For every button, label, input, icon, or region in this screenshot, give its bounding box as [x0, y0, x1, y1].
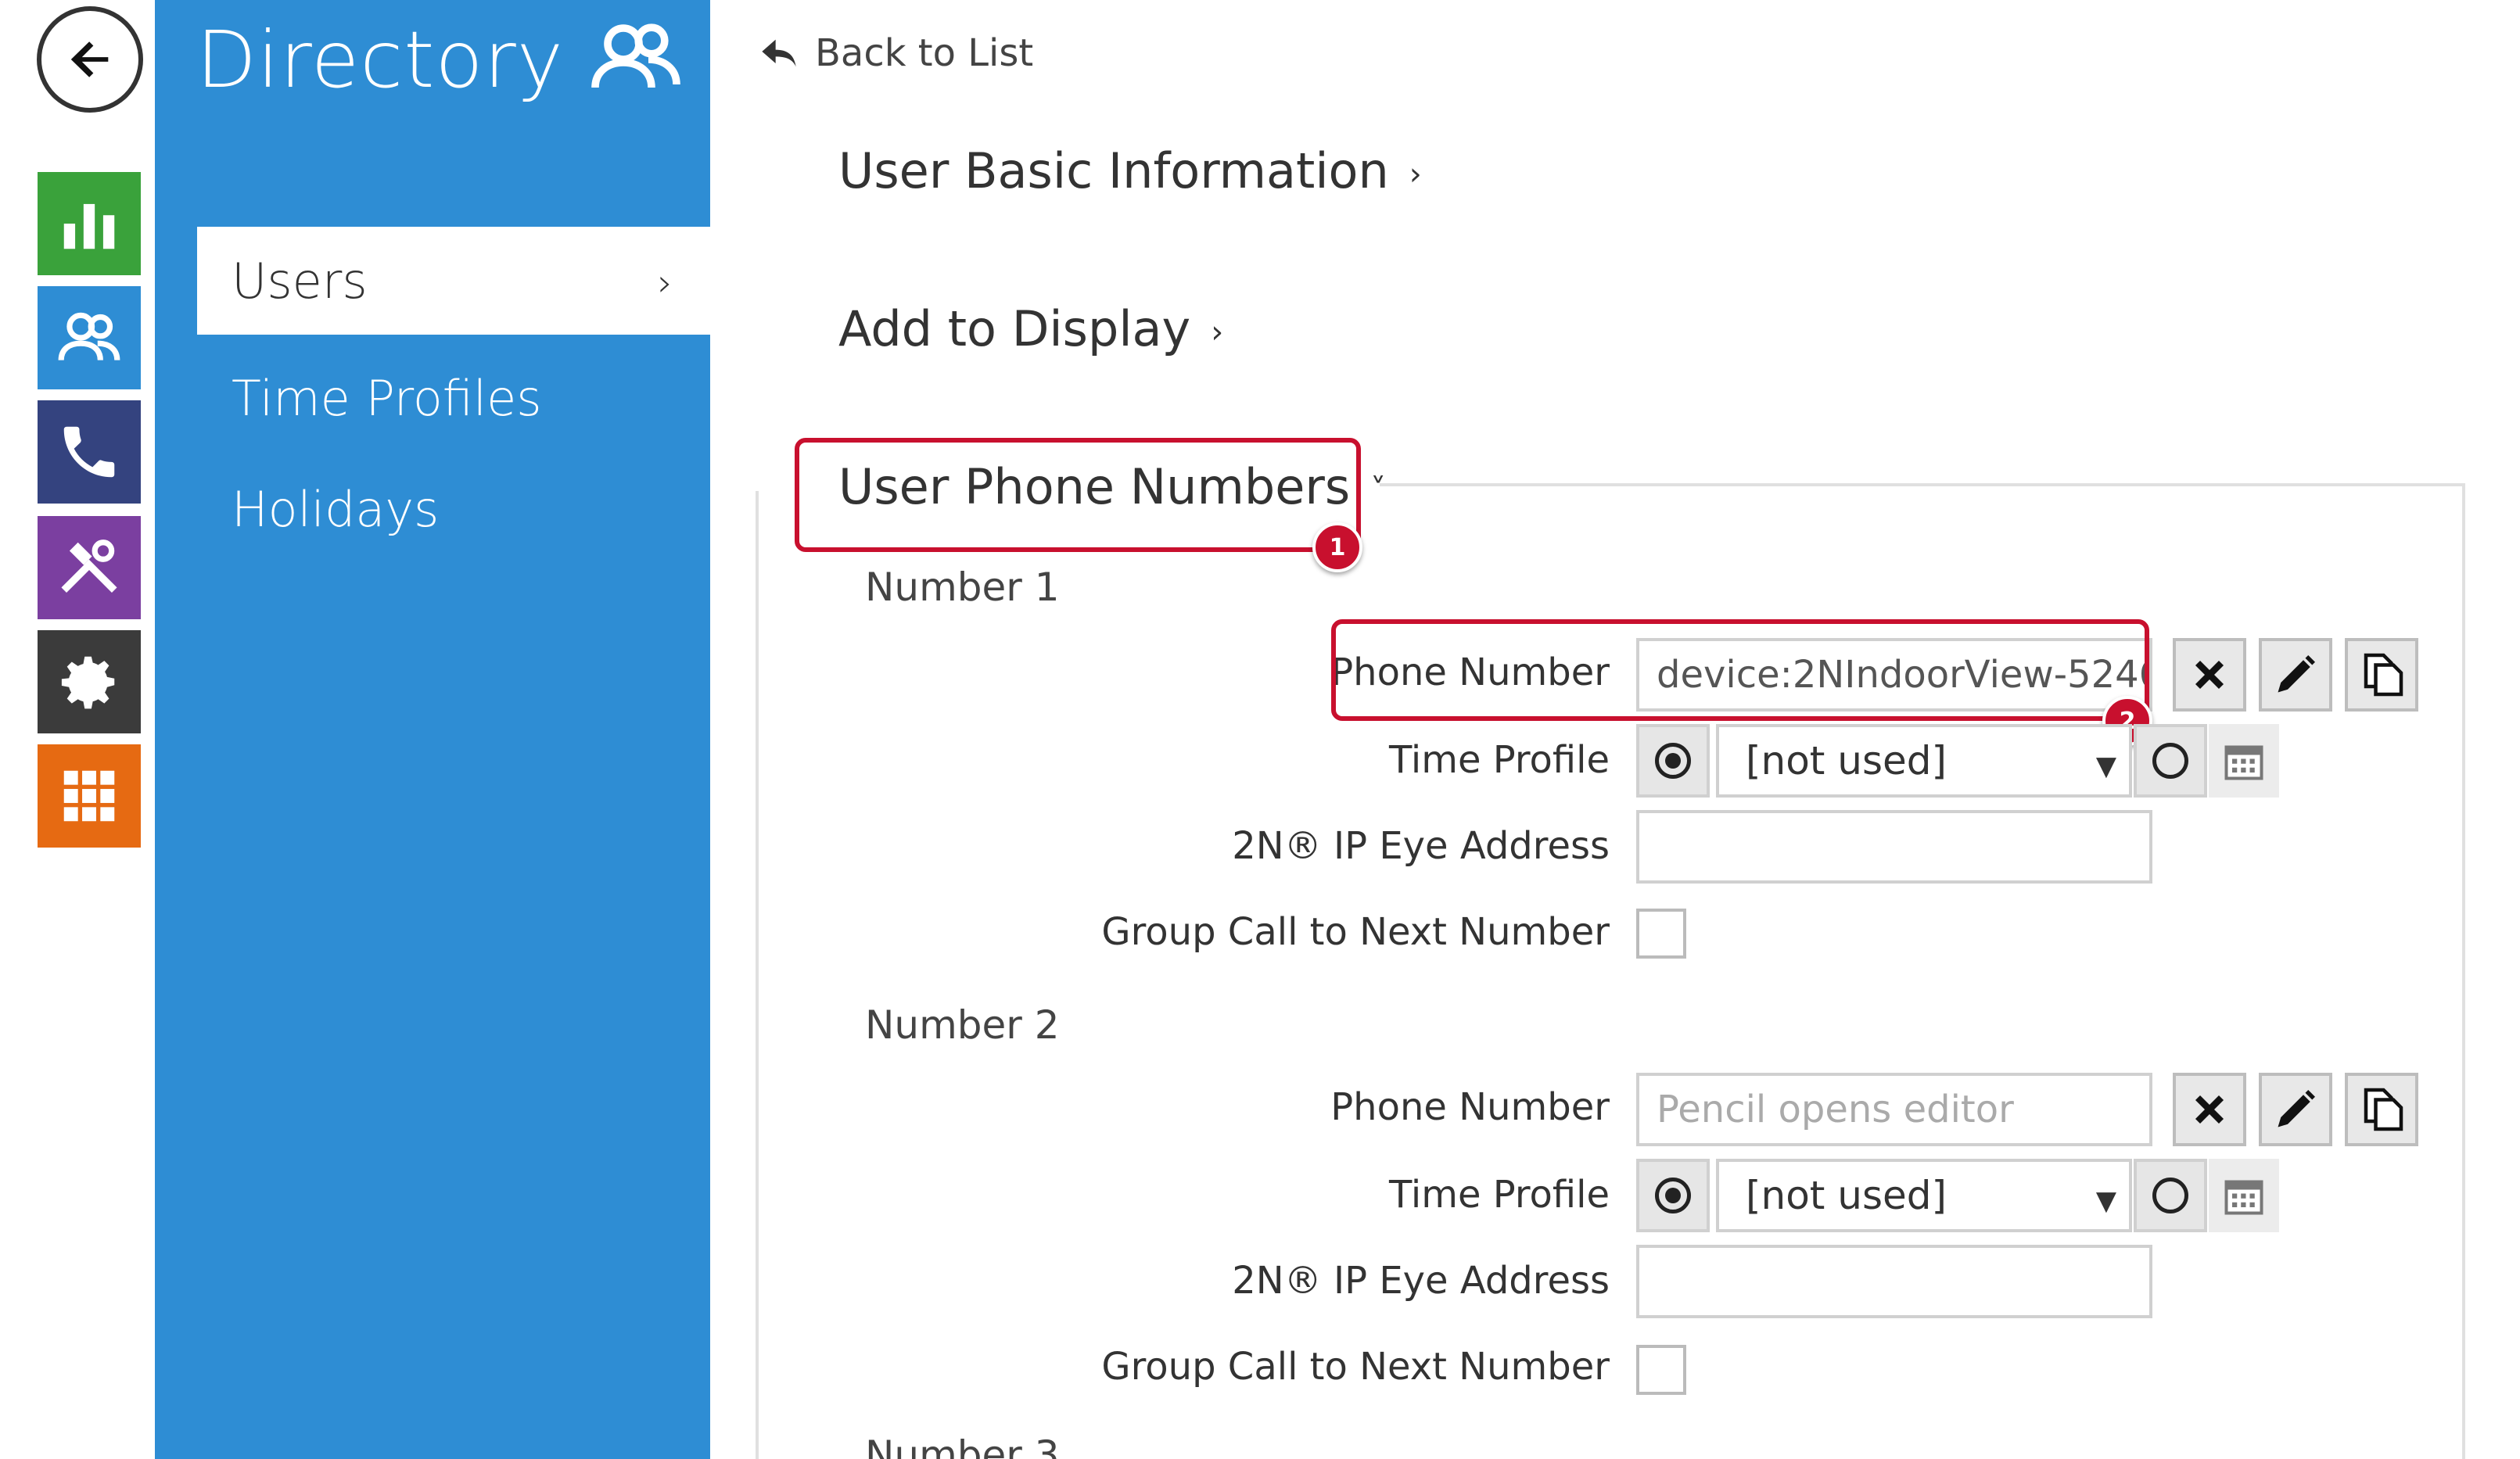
- pencil-icon: [2278, 655, 2315, 693]
- time-profile-radio-selected[interactable]: [1636, 724, 1710, 798]
- directory-sidebar: Directory Users › Time Profiles Holidays: [155, 0, 710, 1459]
- group-call-label: Group Call to Next Number: [1101, 910, 1610, 954]
- bar-chart-icon: [63, 203, 115, 249]
- chevron-right-icon: ›: [657, 261, 673, 305]
- group-call-label: Group Call to Next Number: [1101, 1345, 1610, 1389]
- ip-eye-address-input[interactable]: [1636, 810, 2152, 884]
- highlight-phone-numbers-section: [795, 438, 1361, 552]
- edit-button[interactable]: [2259, 638, 2332, 712]
- sidebar-item-users[interactable]: Users ›: [197, 227, 710, 335]
- ip-eye-address-label: 2N® IP Eye Address: [1232, 1259, 1610, 1303]
- number-1-title: Number 1: [865, 565, 1060, 610]
- group-call-checkbox[interactable]: [1636, 909, 1686, 959]
- system-tile[interactable]: [38, 630, 141, 733]
- tools-icon: [61, 540, 117, 593]
- caret-down-icon: ▼: [2095, 751, 2116, 782]
- ip-eye-address-label: 2N® IP Eye Address: [1232, 824, 1610, 868]
- copy-button[interactable]: [2345, 638, 2418, 712]
- calendar-button[interactable]: [2209, 1159, 2279, 1232]
- time-profile-label: Time Profile: [1389, 738, 1610, 782]
- clear-button[interactable]: [2173, 1073, 2246, 1146]
- close-icon: [2195, 660, 2224, 690]
- copy-button[interactable]: [2345, 1073, 2418, 1146]
- back-to-list-link[interactable]: Back to List: [759, 31, 1033, 75]
- copy-icon: [2364, 1088, 2403, 1131]
- reply-arrow-icon: [762, 39, 796, 67]
- hardware-tile[interactable]: [38, 516, 141, 619]
- users-icon: [58, 312, 120, 360]
- section-user-basic-information[interactable]: User Basic Information ›: [838, 142, 1422, 199]
- sidebar-item-holidays[interactable]: Holidays: [197, 455, 710, 563]
- copy-icon: [2364, 653, 2403, 697]
- calendar-button[interactable]: [2209, 724, 2279, 798]
- sidebar-title: Directory: [196, 14, 564, 106]
- highlight-phone-number-field: [1331, 619, 2149, 721]
- number-3-title: Number 3: [865, 1432, 1060, 1459]
- grid-icon: [63, 770, 115, 822]
- sidebar-item-label: Users: [232, 252, 368, 310]
- arrow-left-icon: [70, 41, 109, 77]
- calendar-icon: [2224, 745, 2263, 780]
- time-profile-label: Time Profile: [1389, 1173, 1610, 1217]
- directory-tile[interactable]: [38, 286, 141, 389]
- chevron-down-icon: ˅: [1370, 471, 1387, 508]
- close-icon: [2195, 1095, 2224, 1124]
- status-tile[interactable]: [38, 172, 141, 275]
- callout-badge-1: 1: [1312, 522, 1362, 572]
- time-profile-select[interactable]: [not used] ▼: [1716, 1159, 2132, 1232]
- sidebar-item-label: Time Profiles: [232, 369, 542, 427]
- chevron-right-icon: ›: [1409, 156, 1422, 192]
- calendar-icon: [2224, 1180, 2263, 1215]
- main-content: Back to List User Basic Information › Add…: [710, 0, 2520, 1459]
- section-add-to-display[interactable]: Add to Display ›: [838, 300, 1223, 357]
- pencil-icon: [2278, 1090, 2315, 1127]
- clear-button[interactable]: [2173, 638, 2246, 712]
- phone-number-label: Phone Number: [1330, 1085, 1610, 1129]
- sidebar-item-label: Holidays: [232, 480, 440, 538]
- users-icon: [591, 23, 680, 88]
- caret-down-icon: ▼: [2095, 1185, 2116, 1217]
- number-2-title: Number 2: [865, 1002, 1060, 1048]
- sidebar-item-time-profiles[interactable]: Time Profiles: [197, 344, 710, 452]
- app-rail: [0, 0, 155, 1459]
- chevron-right-icon: ›: [1211, 314, 1224, 350]
- phone-number-input[interactable]: Pencil opens editor: [1636, 1073, 2152, 1146]
- time-profile-select[interactable]: [not used] ▼: [1716, 724, 2132, 798]
- group-call-checkbox[interactable]: [1636, 1345, 1686, 1395]
- phone-icon: [63, 426, 115, 478]
- time-profile-radio-calendar[interactable]: [2134, 1159, 2207, 1232]
- ip-eye-address-input[interactable]: [1636, 1245, 2152, 1318]
- time-profile-radio-selected[interactable]: [1636, 1159, 1710, 1232]
- gear-icon: [61, 656, 115, 709]
- services-tile[interactable]: [38, 744, 141, 848]
- edit-button[interactable]: [2259, 1073, 2332, 1146]
- calls-tile[interactable]: [38, 400, 141, 504]
- back-button[interactable]: [37, 6, 143, 113]
- time-profile-radio-calendar[interactable]: [2134, 724, 2207, 798]
